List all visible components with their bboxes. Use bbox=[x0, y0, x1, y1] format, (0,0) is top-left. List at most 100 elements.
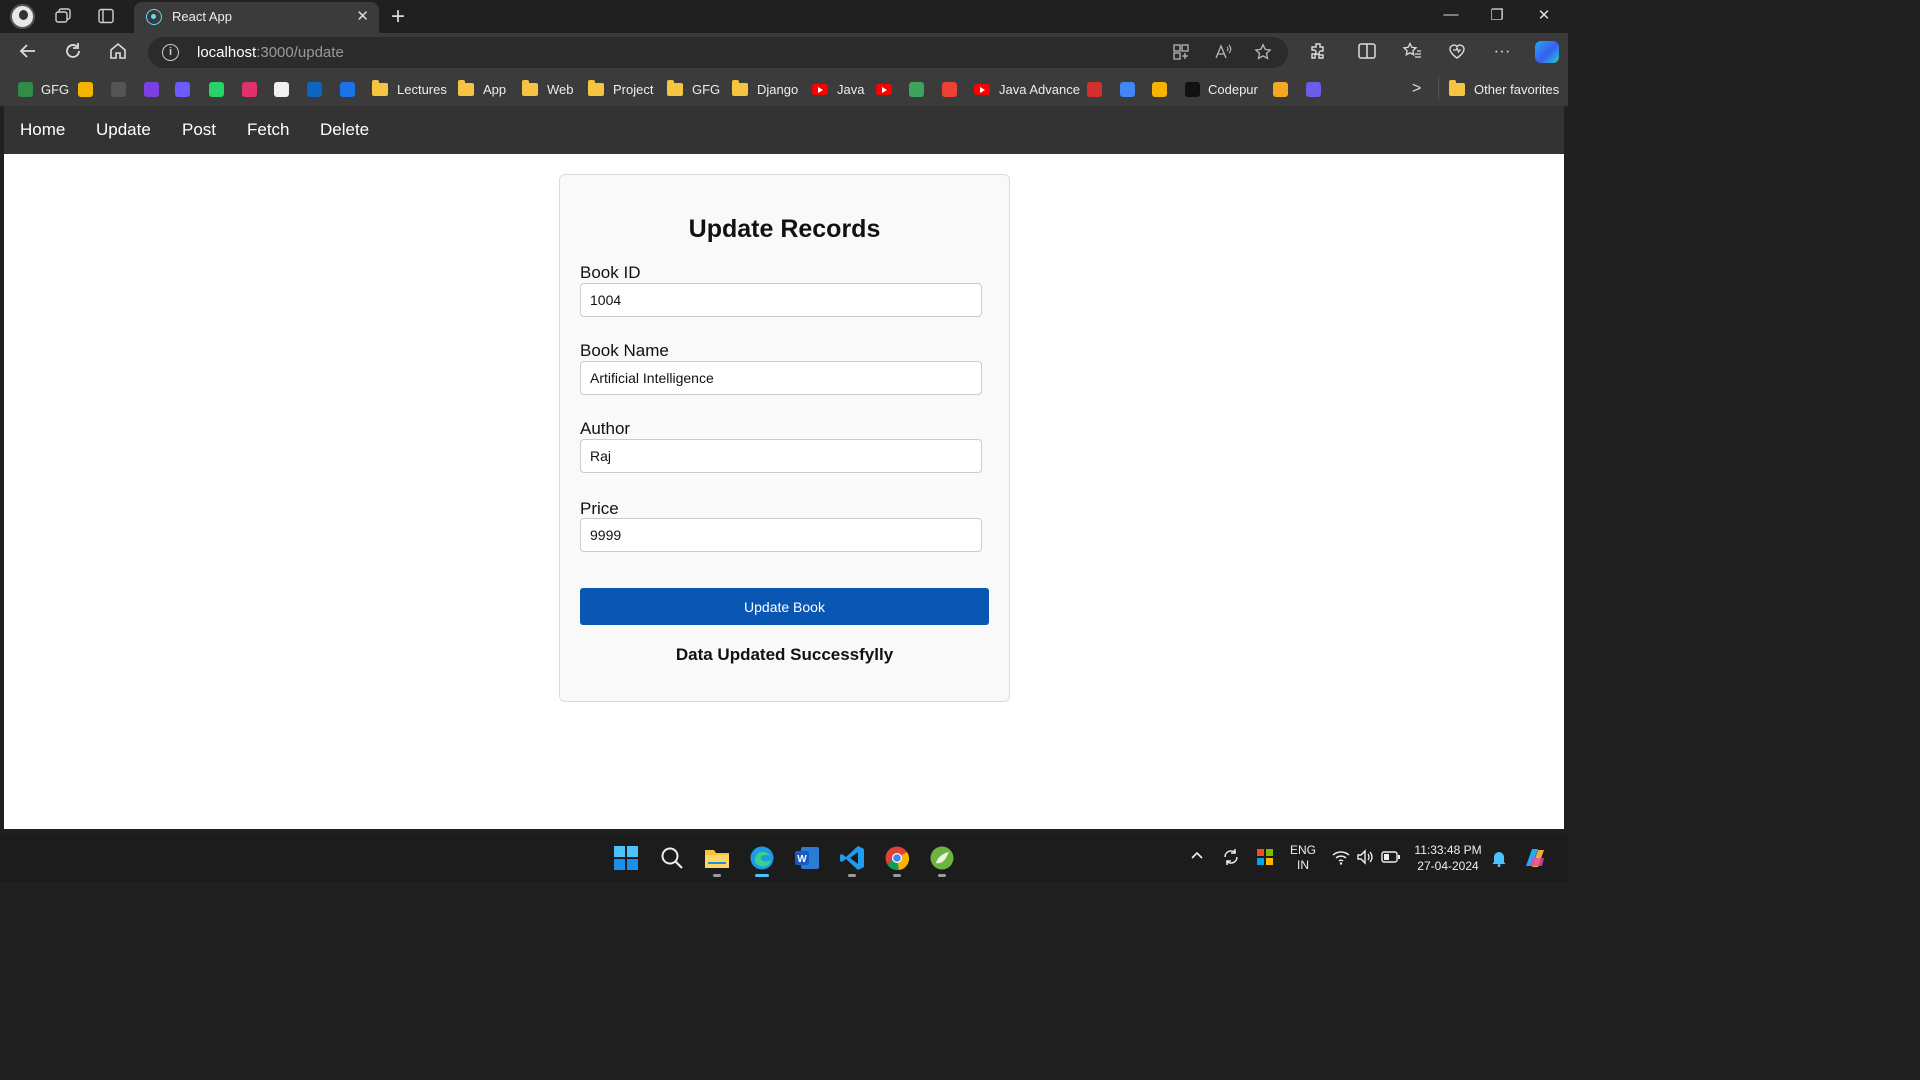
split-screen-icon[interactable] bbox=[1356, 41, 1378, 66]
book-id-input[interactable] bbox=[580, 283, 982, 317]
bookmark-item[interactable] bbox=[1306, 80, 1329, 98]
volume-icon[interactable] bbox=[1356, 849, 1374, 868]
language-indicator[interactable]: ENG IN bbox=[1286, 843, 1320, 873]
bookmark-item[interactable] bbox=[909, 80, 932, 98]
favorites-icon[interactable] bbox=[1401, 41, 1423, 66]
form-title: Update Records bbox=[688, 215, 881, 243]
bookmark-label: App bbox=[483, 81, 507, 97]
windows-start-icon[interactable] bbox=[613, 845, 639, 871]
bookmark-item[interactable] bbox=[111, 80, 134, 98]
bookmark-item[interactable] bbox=[144, 80, 167, 98]
tab-title: React App bbox=[172, 9, 232, 24]
bookmark-label: Java bbox=[837, 81, 865, 97]
bookmark-item[interactable] bbox=[242, 80, 265, 98]
wifi-icon[interactable] bbox=[1332, 849, 1350, 868]
other-favorites-folder[interactable]: Other favorites bbox=[1449, 79, 1560, 98]
folder-icon bbox=[667, 79, 683, 96]
copilot-taskbar-icon[interactable] bbox=[1522, 846, 1548, 873]
sync-icon[interactable] bbox=[1222, 848, 1240, 869]
bookmark-item[interactable] bbox=[1120, 80, 1143, 98]
bookmarks-overflow-chevron[interactable]: > bbox=[1412, 80, 1421, 98]
clock-date: 27-04-2024 bbox=[1417, 859, 1479, 873]
nav-link-home[interactable]: Home bbox=[20, 120, 65, 140]
bookmark-item[interactable]: Java Advance bbox=[974, 80, 1080, 98]
extensions-icon[interactable] bbox=[1307, 41, 1329, 66]
tray-chevron-icon[interactable] bbox=[1190, 848, 1204, 865]
bookmark-item[interactable] bbox=[1087, 80, 1110, 98]
language-code: ENG bbox=[1289, 843, 1316, 857]
search-icon[interactable] bbox=[659, 845, 685, 871]
author-input[interactable] bbox=[580, 439, 982, 473]
bookmark-item[interactable]: GFG bbox=[667, 79, 721, 98]
bookmark-item[interactable]: Web bbox=[522, 79, 574, 98]
file-explorer-icon[interactable] bbox=[704, 845, 730, 877]
new-tab-button[interactable]: + bbox=[391, 3, 405, 31]
read-aloud-icon[interactable] bbox=[1214, 43, 1232, 66]
profile-avatar[interactable] bbox=[10, 4, 35, 29]
notification-bell-icon[interactable] bbox=[1491, 849, 1507, 870]
close-tab-icon[interactable]: ✕ bbox=[356, 7, 369, 25]
nav-link-fetch[interactable]: Fetch bbox=[247, 120, 290, 140]
vscode-icon[interactable] bbox=[839, 845, 865, 877]
bookmark-item[interactable]: Java bbox=[812, 80, 864, 98]
minimize-icon[interactable]: — bbox=[1436, 6, 1466, 23]
edge-icon[interactable] bbox=[749, 845, 775, 877]
word-icon[interactable]: W bbox=[794, 845, 820, 871]
bookmark-item[interactable] bbox=[340, 80, 363, 98]
spring-tools-icon[interactable] bbox=[929, 845, 955, 877]
restore-icon[interactable]: ❐ bbox=[1482, 6, 1512, 24]
bookmark-item[interactable] bbox=[78, 80, 101, 98]
bookmark-item[interactable]: Lectures bbox=[372, 79, 447, 98]
folder-icon bbox=[1449, 79, 1465, 96]
back-icon[interactable] bbox=[16, 41, 40, 67]
home-icon[interactable] bbox=[106, 41, 130, 67]
whatsapp-icon bbox=[209, 81, 224, 97]
close-window-icon[interactable]: ✕ bbox=[1529, 6, 1559, 24]
bookmark-item[interactable]: Project bbox=[588, 79, 653, 98]
bookmark-item[interactable] bbox=[175, 80, 198, 98]
bookmark-item[interactable]: GFG bbox=[18, 80, 69, 98]
site-info-icon[interactable]: i bbox=[162, 44, 179, 61]
chrome-icon[interactable] bbox=[884, 845, 910, 877]
bookmark-item[interactable]: Codepur bbox=[1185, 80, 1258, 98]
update-book-button[interactable]: Update Book bbox=[580, 588, 989, 625]
refresh-icon[interactable] bbox=[61, 41, 85, 67]
copilot-icon[interactable] bbox=[1535, 41, 1559, 63]
bookmark-label: GFG bbox=[692, 81, 721, 97]
bookmark-item[interactable]: Django bbox=[732, 79, 798, 98]
bookmark-label: Other favorites bbox=[1474, 81, 1560, 97]
vertical-tabs-icon[interactable] bbox=[97, 8, 115, 24]
widgets-tray-icon[interactable] bbox=[1256, 848, 1274, 869]
battery-icon[interactable] bbox=[1381, 850, 1401, 867]
bookmark-item[interactable] bbox=[1152, 80, 1175, 98]
bookmark-item[interactable] bbox=[876, 80, 901, 98]
browser-essentials-icon[interactable] bbox=[1446, 41, 1468, 66]
browser-titlebar: React App ✕ + — ❐ ✕ bbox=[0, 0, 1568, 33]
gmail-icon bbox=[942, 81, 957, 97]
address-bar[interactable]: i localhost:3000/update bbox=[148, 37, 1288, 68]
book-name-input[interactable] bbox=[580, 361, 982, 395]
more-options-icon[interactable]: ··· bbox=[1491, 41, 1513, 61]
bookmark-item[interactable]: App bbox=[458, 79, 507, 98]
bookmark-label: Java Advance bbox=[999, 81, 1080, 97]
browser-toolbar: i localhost:3000/update ··· bbox=[0, 33, 1568, 71]
bookmark-item[interactable] bbox=[1273, 80, 1296, 98]
nav-link-update[interactable]: Update bbox=[96, 120, 151, 140]
bookmark-item[interactable] bbox=[307, 80, 330, 98]
favorite-star-icon[interactable] bbox=[1254, 43, 1272, 66]
app-available-icon[interactable] bbox=[1172, 43, 1190, 66]
book-id-label: Book ID bbox=[580, 263, 641, 282]
nav-link-delete[interactable]: Delete bbox=[320, 120, 369, 140]
youtube-icon bbox=[812, 83, 828, 95]
region-code: IN bbox=[1297, 858, 1309, 872]
bookmark-item[interactable] bbox=[274, 80, 297, 98]
book-name-label: Book Name bbox=[580, 341, 669, 360]
bookmark-label: Web bbox=[547, 81, 574, 97]
tab-react-app[interactable]: React App ✕ bbox=[134, 2, 379, 33]
clock[interactable]: 11:33:48 PM 27-04-2024 bbox=[1406, 842, 1490, 874]
workspaces-icon[interactable] bbox=[54, 8, 72, 24]
nav-link-post[interactable]: Post bbox=[182, 120, 216, 140]
bookmark-item[interactable] bbox=[209, 80, 232, 98]
bookmark-item[interactable] bbox=[942, 80, 965, 98]
price-input[interactable] bbox=[580, 518, 982, 552]
